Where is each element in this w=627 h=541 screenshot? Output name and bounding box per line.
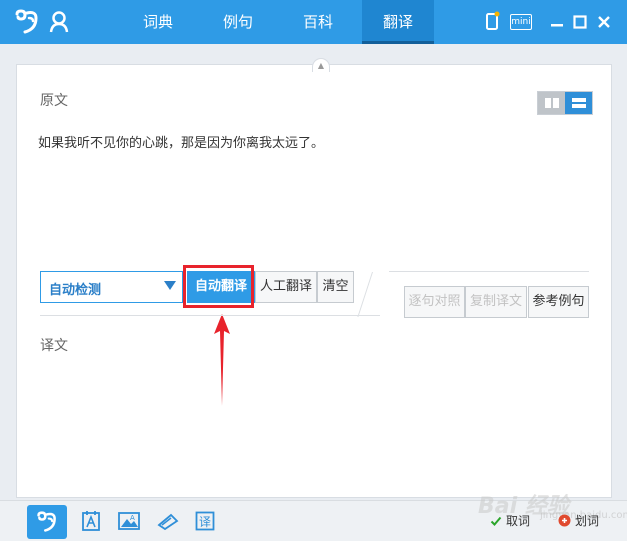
layout-toggle[interactable] <box>537 91 593 115</box>
svg-text:A: A <box>130 514 135 522</box>
translate-tool-icon[interactable]: 译 <box>192 508 218 534</box>
minimize-icon[interactable] <box>550 15 564 29</box>
side-by-side-layout-icon[interactable] <box>538 92 565 114</box>
language-select-value: 自动检测 <box>49 283 102 298</box>
clear-button[interactable]: 清空 <box>317 271 354 303</box>
tab-dictionary[interactable]: 词典 <box>122 0 194 44</box>
maximize-icon[interactable] <box>573 15 587 29</box>
source-label: 原文 <box>40 93 68 109</box>
close-icon[interactable] <box>597 15 611 29</box>
checkmark-icon <box>490 516 502 526</box>
copy-translation-button[interactable]: 复制译文 <box>465 286 527 318</box>
toolbar-divider-top <box>389 271 589 272</box>
fetch-word-label: 取词 <box>506 514 531 528</box>
select-word-badge-icon <box>558 514 571 527</box>
phone-icon[interactable] <box>484 11 500 31</box>
target-label: 译文 <box>40 338 68 354</box>
source-text-input[interactable]: 如果我听不见你的心跳，那是因为你离我太远了。 <box>38 132 324 151</box>
tab-examples[interactable]: 例句 <box>202 0 274 44</box>
user-icon[interactable] <box>48 10 70 34</box>
chevron-down-icon <box>164 281 176 290</box>
vocabulary-book-icon[interactable] <box>155 508 181 534</box>
tab-translate[interactable]: 翻译 <box>362 0 434 44</box>
daily-word-icon[interactable] <box>78 508 104 534</box>
sentence-compare-button[interactable]: 逐句对照 <box>404 286 465 318</box>
human-translate-button[interactable]: 人工翻译 <box>255 271 317 303</box>
highlight-annotation-box <box>183 265 254 308</box>
svg-text:译: 译 <box>199 515 211 529</box>
select-word-label: 划词 <box>575 514 600 528</box>
app-home-icon[interactable] <box>27 505 67 539</box>
collapse-handle[interactable]: ▲ <box>312 58 330 72</box>
tab-encyclopedia[interactable]: 百科 <box>282 0 354 44</box>
reference-examples-button[interactable]: 参考例句 <box>528 286 589 318</box>
image-translate-icon[interactable]: A <box>116 508 142 534</box>
stacked-layout-icon[interactable] <box>565 92 592 114</box>
mini-mode-button[interactable]: mini <box>510 14 532 30</box>
app-logo-icon[interactable] <box>14 9 40 35</box>
toolbar-divider <box>40 315 380 316</box>
red-arrow-annotation-icon <box>214 314 230 406</box>
select-word-toggle[interactable]: 划词 <box>558 512 599 529</box>
fetch-word-toggle[interactable]: 取词 <box>490 512 530 529</box>
language-select[interactable]: 自动检测 <box>40 271 183 303</box>
